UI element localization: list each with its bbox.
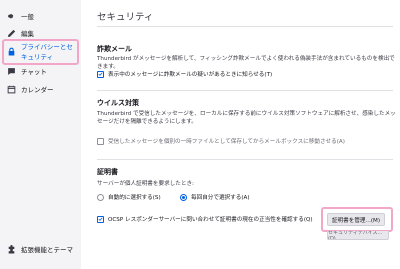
gear-icon [7,12,16,21]
sidebar-item-addons-themes[interactable]: 拡張機能とテーマ [4,241,77,257]
certificates-heading: 証明書 [97,168,118,176]
certificates-question: サーバーが個人証明書を要求したとき: [97,181,194,187]
radio-ask-row[interactable]: 毎回自分で選択する(A) [180,193,250,201]
sidebar-item-chat[interactable]: チャット [4,63,77,79]
sidebar-item-label: 拡張機能とテーマ [21,246,73,254]
radio-auto-select[interactable] [97,193,104,201]
puzzle-icon [7,244,16,254]
radio-ask-every-time[interactable] [180,193,187,201]
page-title: セキュリティ [97,12,154,23]
antivirus-checkbox[interactable] [97,137,104,145]
divider [97,90,393,91]
button-highlight-box [321,207,393,232]
scam-heading: 詐欺メール [97,45,132,53]
ocsp-checkbox[interactable] [97,215,104,223]
check-icon [98,72,103,76]
chat-icon [7,67,16,76]
radio-auto-label: 自動的に選択する(S) [108,195,161,201]
calendar-icon [7,85,16,94]
ocsp-label: OCSP レスポンダーサーバーに問い合わせて証明書の現在の正当性を確認する(Q) [108,217,313,223]
antivirus-checkbox-row[interactable]: 受信したメッセージを個別の一時ファイルとして保存してからメールボックスに移動させ… [97,137,345,145]
sidebar-item-label: チャット [21,68,47,76]
check-icon [98,217,103,221]
radio-auto-row[interactable]: 自動的に選択する(S) [97,193,161,201]
settings-sidebar: 一般 編集 プライバシーとセキュリティ チャット カレンダー 拡張機能とテーマ [0,0,81,269]
divider [97,159,393,160]
security-devices-button[interactable]: セキュリティデバイス...(D) [327,231,389,240]
sidebar-item-calendar[interactable]: カレンダー [4,81,77,97]
scam-warning-label: 表示中のメッセージに詐欺メールの疑いがあるときに知らせる(T) [108,72,273,78]
antivirus-heading: ウイルス対策 [97,99,139,107]
radio-ask-label: 毎回自分で選択する(A) [191,195,250,201]
antivirus-description: Thunderbird で受信したメッセージを、ローカルに保存する前にウイルス対… [97,111,396,126]
sidebar-highlight-box [2,39,79,65]
ocsp-checkbox-row[interactable]: OCSP レスポンダーサーバーに問い合わせて証明書の現在の正当性を確認する(Q) [97,215,313,223]
sidebar-item-general[interactable]: 一般 [4,8,77,24]
settings-content: セキュリティ 詐欺メール Thunderbird がメッセージを解析して、フィッ… [81,0,400,269]
scam-warning-checkbox-row[interactable]: 表示中のメッセージに詐欺メールの疑いがあるときに知らせる(T) [97,70,272,78]
sidebar-item-label: カレンダー [21,86,54,94]
scam-warning-checkbox[interactable] [97,70,104,78]
divider [97,26,393,27]
sidebar-item-label: 一般 [21,13,34,21]
sidebar-item-label: 編集 [21,30,34,38]
antivirus-label: 受信したメッセージを個別の一時ファイルとして保存してからメールボックスに移動させ… [108,139,345,145]
pencil-icon [7,29,16,38]
